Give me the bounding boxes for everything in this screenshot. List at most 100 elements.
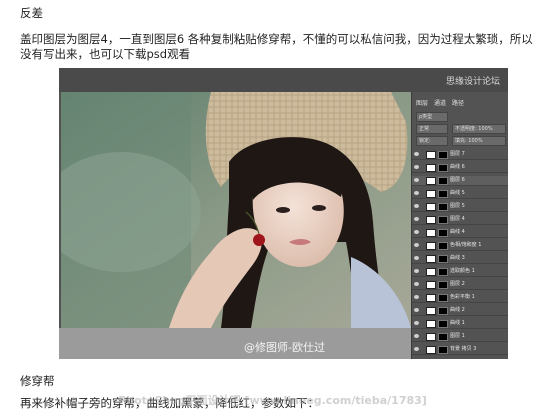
- layer-kind-filter[interactable]: ρ类型: [416, 112, 448, 122]
- layer-thumbnail: [426, 255, 436, 263]
- eye-icon[interactable]: [414, 217, 419, 221]
- eye-icon[interactable]: [414, 308, 419, 312]
- layer-name: 图层 5: [450, 203, 465, 209]
- eye-icon[interactable]: [414, 334, 419, 338]
- layer-name: 图层 2: [450, 281, 465, 287]
- layer-thumbnail: [426, 320, 436, 328]
- eye-icon[interactable]: [414, 243, 419, 247]
- layer-mask-thumbnail: [438, 203, 448, 211]
- section-heading-fix: 修穿帮: [20, 374, 55, 388]
- section-heading-contrast: 反差: [20, 6, 43, 20]
- eye-icon[interactable]: [414, 165, 419, 169]
- layer-mask-thumbnail: [438, 177, 448, 185]
- layer-thumbnail: [426, 151, 436, 159]
- layer-row[interactable]: 色彩平衡 1: [412, 293, 508, 303]
- layer-thumbnail: [426, 268, 436, 276]
- layer-mask-thumbnail: [438, 151, 448, 159]
- eye-icon[interactable]: [414, 204, 419, 208]
- layer-thumbnail: [426, 177, 436, 185]
- layer-name: 图层 1: [450, 333, 465, 339]
- layer-mask-thumbnail: [438, 307, 448, 315]
- layer-name: 曲线 6: [450, 164, 465, 170]
- eye-icon[interactable]: [414, 256, 419, 260]
- lock-controls[interactable]: 锁定:: [416, 136, 448, 146]
- layer-name: 图层 7: [450, 151, 465, 157]
- layer-row[interactable]: 图层 5: [412, 202, 508, 212]
- layer-row[interactable]: 选取颜色 1: [412, 267, 508, 277]
- layer-name: 选取颜色 1: [450, 268, 475, 274]
- layer-mask-thumbnail: [438, 242, 448, 250]
- layer-mask-thumbnail: [438, 190, 448, 198]
- layer-mask-thumbnail: [438, 216, 448, 224]
- fill-field[interactable]: 填充: 100%: [452, 136, 506, 146]
- layer-row[interactable]: 曲线 6: [412, 163, 508, 173]
- layer-thumbnail: [426, 346, 436, 354]
- layer-thumbnail: [426, 203, 436, 211]
- eye-icon[interactable]: [414, 269, 419, 273]
- layer-row[interactable]: 图层 2: [412, 280, 508, 290]
- paragraph-fix: 再来修补帽子旁的穿帮，曲线加黑蒙，降低红，参数如下：: [20, 396, 319, 410]
- layer-mask-thumbnail: [438, 229, 448, 237]
- layer-thumbnail: [426, 333, 436, 341]
- layer-mask-thumbnail: [438, 281, 448, 289]
- paragraph-contrast: 盖印图层为图层4，一直到图层6 各种复制粘贴修穿帮，不懂的可以私信问我，因为过程…: [20, 32, 533, 61]
- layer-thumbnail: [426, 307, 436, 315]
- eye-icon[interactable]: [414, 178, 419, 182]
- layers-panel: 图层 通道 路径 ρ类型 正常 不透明度: 100% 锁定: 填充: 100% …: [411, 92, 508, 359]
- tab-layers[interactable]: 图层: [416, 98, 428, 108]
- layer-thumbnail: [426, 229, 436, 237]
- layer-row[interactable]: 背景 拷贝 3: [412, 345, 508, 355]
- layer-name: 曲线 5: [450, 190, 465, 196]
- layer-name: 图层 6: [450, 177, 465, 183]
- opacity-field[interactable]: 不透明度: 100%: [452, 124, 506, 134]
- eye-icon[interactable]: [414, 191, 419, 195]
- eye-icon[interactable]: [414, 152, 419, 156]
- layer-row[interactable]: 图层 4: [412, 215, 508, 225]
- layer-row[interactable]: 图层 6: [412, 176, 508, 186]
- photo-canvas: [61, 92, 411, 328]
- layer-mask-thumbnail: [438, 294, 448, 302]
- layer-mask-thumbnail: [438, 320, 448, 328]
- ps-top-bar: 思缘设计论坛: [59, 68, 508, 92]
- layer-row[interactable]: 曲线 4: [412, 228, 508, 238]
- ps-status-bar: [59, 328, 411, 359]
- layer-thumbnail: [426, 242, 436, 250]
- layer-thumbnail: [426, 190, 436, 198]
- photo-credit: @修图师-欧仕过: [244, 341, 325, 354]
- layer-name: 色彩平衡 1: [450, 294, 475, 300]
- layer-name: 图层 4: [450, 216, 465, 222]
- tab-paths[interactable]: 路径: [452, 98, 464, 108]
- layer-thumbnail: [426, 216, 436, 224]
- layer-thumbnail: [426, 164, 436, 172]
- eye-icon[interactable]: [414, 282, 419, 286]
- blend-mode-select[interactable]: 正常: [416, 124, 448, 134]
- layer-name: 曲线 4: [450, 229, 465, 235]
- layer-row[interactable]: 色相/饱和度 1: [412, 241, 508, 251]
- layer-mask-thumbnail: [438, 164, 448, 172]
- layer-row[interactable]: 曲线 5: [412, 189, 508, 199]
- eye-icon[interactable]: [414, 321, 419, 325]
- layer-name: 色相/饱和度 1: [450, 242, 482, 248]
- layer-mask-thumbnail: [438, 333, 448, 341]
- layer-row[interactable]: 图层 1: [412, 332, 508, 342]
- layer-thumbnail: [426, 281, 436, 289]
- layer-thumbnail: [426, 294, 436, 302]
- layer-name: 曲线 3: [450, 255, 465, 261]
- layer-mask-thumbnail: [438, 255, 448, 263]
- eye-icon[interactable]: [414, 347, 419, 351]
- photoshop-screenshot: 思缘设计论坛 @修图师-欧仕过 图层 通道 路径 ρ类型 正常 不透明度: 10…: [59, 68, 508, 359]
- eye-icon[interactable]: [414, 230, 419, 234]
- layer-name: 曲线 1: [450, 320, 465, 326]
- layer-row[interactable]: 曲线 1: [412, 319, 508, 329]
- layer-row[interactable]: 曲线 3: [412, 254, 508, 264]
- portrait-photo: [61, 92, 411, 328]
- layer-name: 曲线 2: [450, 307, 465, 313]
- layer-row[interactable]: 曲线 2: [412, 306, 508, 316]
- tab-channels[interactable]: 通道: [434, 98, 446, 108]
- layer-name: 背景 拷贝 3: [450, 346, 477, 352]
- layer-row[interactable]: 图层 7: [412, 150, 508, 160]
- layer-mask-thumbnail: [438, 268, 448, 276]
- eye-icon[interactable]: [414, 295, 419, 299]
- ps-brand-watermark: 思缘设计论坛: [445, 77, 500, 87]
- layer-mask-thumbnail: [438, 346, 448, 354]
